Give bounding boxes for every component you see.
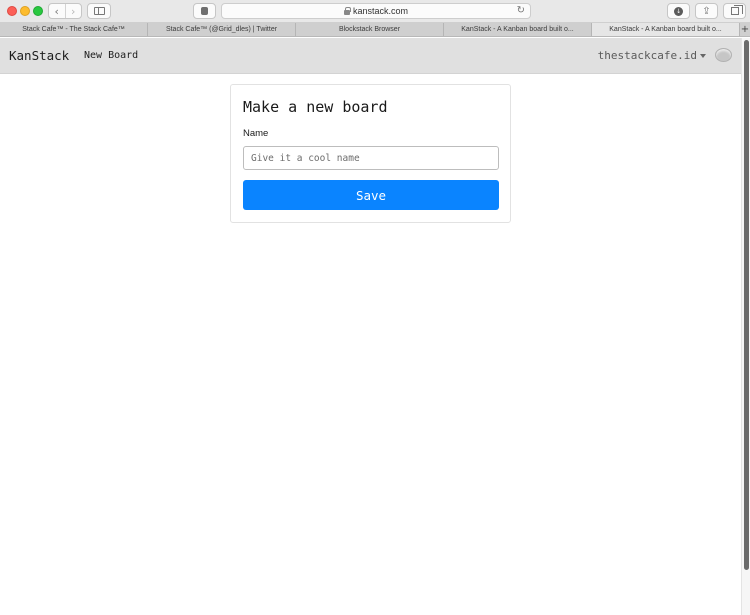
browser-tab[interactable]: Stack Cafe™ (@Grid_dles) | Twitter [148,23,296,36]
privacy-button[interactable] [193,3,216,19]
zoom-window-button[interactable] [33,6,43,16]
downloads-button[interactable]: ↓ [667,3,690,19]
download-icon: ↓ [674,6,683,16]
browser-tab[interactable]: Stack Cafe™ - The Stack Cafe™ [0,23,148,36]
page-scrollbar[interactable] [741,38,750,615]
browser-tab-active[interactable]: KanStack - A Kanban board built o... [592,23,740,36]
address-url: kanstack.com [352,6,409,16]
user-menu[interactable]: thestackcafe.id [598,49,706,62]
close-window-button[interactable] [7,6,17,16]
board-name-input[interactable] [243,146,499,170]
browser-toolbar: ‹ › kanstack.com ↻ ↓ ⇪ [0,0,750,23]
sidebar-toggle-button[interactable] [87,3,111,19]
chevron-left-icon[interactable]: ‹ [49,4,65,18]
avatar[interactable] [715,48,732,62]
share-icon: ⇪ [702,5,711,17]
history-navigation: ‹ › [48,3,82,19]
user-name: thestackcafe.id [597,49,697,62]
sidebar-icon [93,7,105,15]
scrollbar-thumb[interactable] [744,40,749,570]
address-bar[interactable]: kanstack.com ↻ [221,3,531,19]
minimize-window-button[interactable] [20,6,30,16]
page-title: Make a new board [243,98,388,116]
lock-icon [343,6,351,15]
plus-icon[interactable]: + [740,23,750,36]
chevron-right-icon[interactable]: › [64,4,82,18]
save-button[interactable]: Save [243,180,499,210]
browser-tab[interactable]: KanStack - A Kanban board built o... [444,23,592,36]
app-brand[interactable]: KanStack [9,48,69,63]
show-tabs-button[interactable] [723,3,746,19]
name-label: Name [243,128,269,139]
tabs-icon [730,5,743,15]
nav-new-board-link[interactable]: New Board [84,50,138,61]
caret-down-icon [700,53,706,58]
new-board-card: Make a new board Name Save [230,84,511,223]
reload-icon[interactable]: ↻ [517,5,525,16]
share-button[interactable]: ⇪ [695,3,718,19]
privacy-icon [201,7,208,15]
app-header: KanStack New Board thestackcafe.id [0,38,741,74]
browser-tab[interactable]: Blockstack Browser [296,23,444,36]
tab-bar: Stack Cafe™ - The Stack Cafe™ Stack Cafe… [0,23,750,37]
